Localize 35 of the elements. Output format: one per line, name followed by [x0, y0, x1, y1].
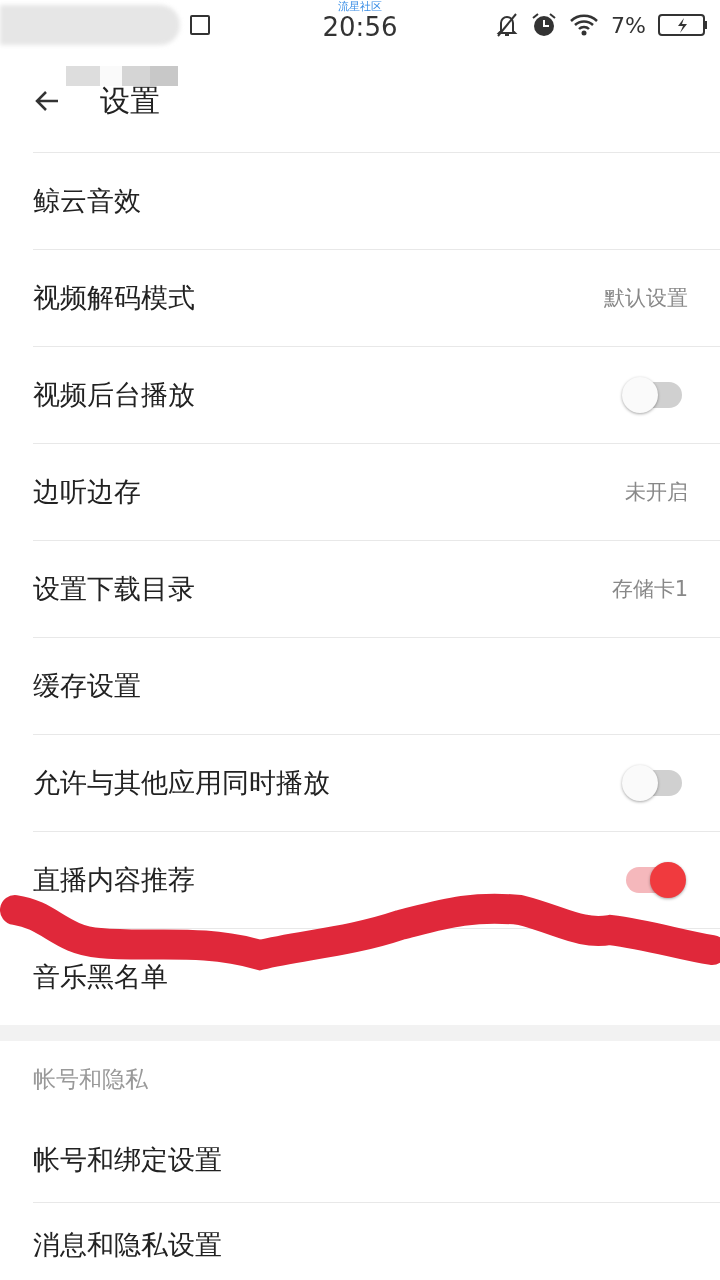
battery-percent: 7% — [611, 12, 646, 38]
settings-row[interactable]: 直播内容推荐 — [33, 831, 720, 928]
row-label: 直播内容推荐 — [33, 863, 195, 897]
wifi-icon — [569, 13, 600, 37]
settings-row[interactable]: 鲸云音效 — [33, 152, 720, 249]
settings-row[interactable]: 帐号和绑定设置 — [33, 1118, 720, 1203]
row-label: 缓存设置 — [33, 669, 141, 703]
row-label: 边听边存 — [33, 475, 141, 509]
row-value: 未开启 — [625, 479, 688, 506]
status-note: 流星社区 — [338, 0, 382, 13]
row-label: 允许与其他应用同时播放 — [33, 766, 330, 800]
sim-icon — [190, 15, 210, 35]
alarm-icon — [531, 12, 558, 38]
row-label: 音乐黑名单 — [33, 960, 168, 994]
page-title: 设置 — [100, 81, 160, 120]
muted-bell-icon — [495, 12, 520, 38]
settings-row[interactable]: 边听边存 未开启 — [33, 443, 720, 540]
row-value: 存储卡1 — [611, 576, 688, 603]
row-label: 帐号和绑定设置 — [33, 1143, 222, 1177]
row-label: 视频后台播放 — [33, 378, 195, 412]
back-icon[interactable] — [34, 89, 60, 113]
section-title: 帐号和隐私 — [32, 1065, 149, 1094]
settings-row[interactable]: 视频解码模式 默认设置 — [33, 249, 720, 346]
status-time: 20:56 — [322, 13, 398, 41]
row-label: 鲸云音效 — [33, 184, 141, 218]
settings-row[interactable]: 视频后台播放 — [33, 346, 720, 443]
row-value: 默认设置 — [604, 285, 688, 312]
row-label: 消息和隐私设置 — [33, 1228, 222, 1262]
settings-row[interactable]: 设置下载目录 存储卡1 — [33, 540, 720, 637]
settings-row[interactable]: 允许与其他应用同时播放 — [33, 734, 720, 831]
settings-row[interactable]: 缓存设置 — [33, 637, 720, 734]
settings-row[interactable]: 消息和隐私设置 — [33, 1203, 720, 1280]
row-label: 设置下载目录 — [33, 572, 195, 606]
row-label: 视频解码模式 — [33, 281, 195, 315]
battery-charging-icon — [658, 13, 708, 37]
